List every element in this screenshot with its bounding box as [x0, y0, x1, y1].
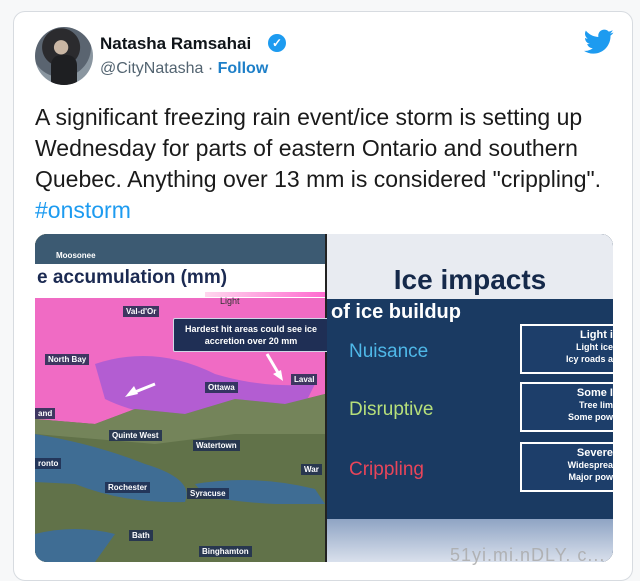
map-title: e accumulation (mm) [37, 267, 228, 288]
map-place-label: War [301, 464, 322, 475]
avatar[interactable] [35, 27, 93, 85]
author-handle-row: @CityNatasha · Follow [100, 60, 268, 78]
impact-box-disruptive: Some I Tree lim Some pow [520, 382, 613, 432]
map-callout: Hardest hit areas could see ice accretio… [173, 318, 329, 352]
panel-title: Ice impacts [393, 264, 547, 295]
impact-box-line: Widesprea [567, 460, 613, 470]
impact-box-line: Major pow [568, 472, 614, 482]
map-place-label: ronto [35, 458, 62, 469]
impact-box-title: Light i [580, 329, 613, 341]
impact-box-line: Icy roads a [565, 354, 613, 364]
hashtag-link[interactable]: #onstorm [35, 197, 131, 223]
twitter-bird-icon[interactable] [584, 29, 614, 55]
impact-level-nuisance: Nuisance [349, 341, 429, 362]
impact-box-nuisance: Light i Light ice Icy roads a [520, 324, 613, 374]
impact-level-disruptive: Disruptive [349, 399, 434, 420]
author-handle[interactable]: @CityNatasha [100, 60, 203, 77]
handle-separator: · [203, 60, 218, 77]
tweet-media[interactable]: e accumulation (mm) Light Hardest hit ar… [35, 234, 613, 562]
verified-badge-icon: ✓ [268, 34, 286, 52]
map-place-label: Bath [129, 530, 153, 541]
map-place-label: and [35, 408, 56, 419]
impact-box-title: Severe [576, 447, 613, 459]
map-place-label: Val-d'Or [123, 306, 160, 317]
map-place-label: Binghamton [199, 546, 252, 557]
map-place-label: Ottawa [205, 382, 238, 393]
map-place-label: Watertown [193, 440, 240, 451]
impact-box-title: Some I [576, 387, 613, 399]
map-legend-label: Light [220, 296, 240, 306]
author-name[interactable]: Natasha Ramsahai [100, 34, 251, 54]
tweet-card[interactable]: Natasha Ramsahai ✓ @CityNatasha · Follow… [13, 11, 633, 581]
map-place-label: Quinte West [109, 430, 162, 441]
watermark: 51yi.mi.nDLY. c... [450, 545, 606, 565]
map-place-label: Laval [291, 374, 318, 385]
impact-level-crippling: Crippling [349, 459, 424, 480]
impact-box-line: Tree lim [578, 400, 613, 410]
ice-accumulation-map[interactable]: e accumulation (mm) Light Hardest hit ar… [35, 234, 329, 562]
impact-box-crippling: Severe Widesprea Major pow [520, 442, 613, 492]
map-place-label: Moosonee [56, 251, 96, 260]
impact-box-line: Light ice [575, 342, 613, 352]
impact-box-line: Some pow [567, 412, 613, 422]
tweet-text: A significant freezing rain event/ice st… [35, 102, 610, 226]
map-place-label: Rochester [105, 482, 151, 493]
tweet-body: A significant freezing rain event/ice st… [35, 104, 602, 192]
map-place-label: Syracuse [187, 488, 229, 499]
map-place-label: North Bay [45, 354, 90, 365]
follow-button[interactable]: Follow [218, 60, 269, 77]
ice-impacts-panel[interactable]: Ice impacts of ice buildup Nuisance Ligh… [327, 234, 613, 562]
panel-subtitle: of ice buildup [331, 301, 461, 323]
